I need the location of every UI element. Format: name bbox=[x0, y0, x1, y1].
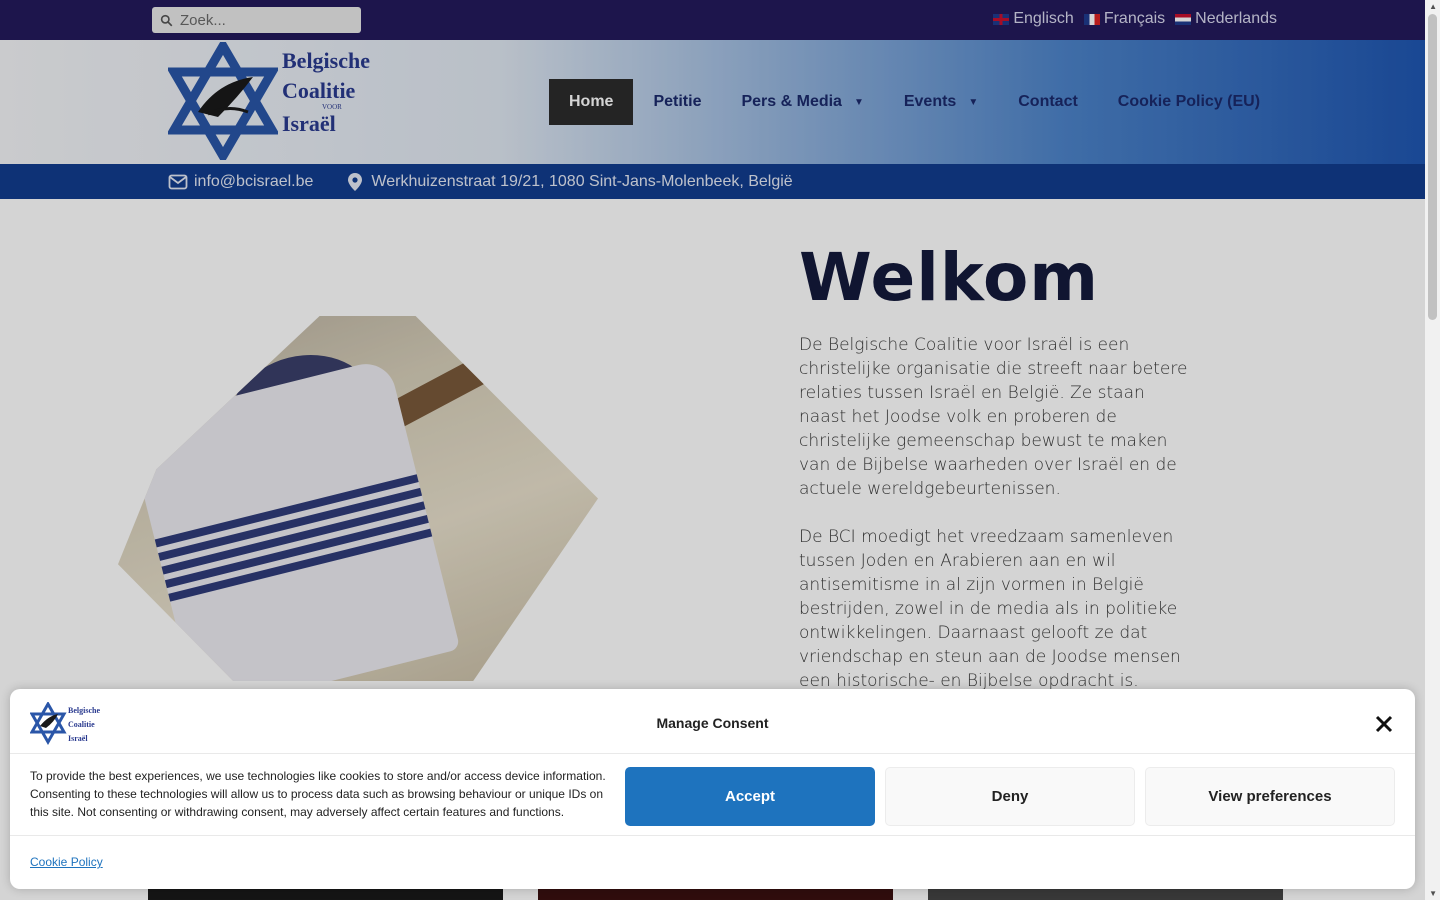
scroll-thumb[interactable] bbox=[1428, 14, 1437, 320]
scroll-up-icon[interactable]: ▲ bbox=[1429, 2, 1437, 11]
divider bbox=[10, 753, 1415, 754]
svg-text:Israël: Israël bbox=[68, 734, 88, 743]
consent-modal: Belgische Coalitie Israël Manage Consent… bbox=[10, 689, 1415, 889]
scroll-down-icon[interactable]: ▼ bbox=[1429, 889, 1437, 898]
cookie-policy-link[interactable]: Cookie Policy bbox=[30, 855, 103, 869]
divider bbox=[10, 835, 1415, 836]
svg-text:Belgische: Belgische bbox=[68, 706, 100, 715]
scrollbar[interactable]: ▲ ▼ bbox=[1425, 0, 1440, 900]
consent-text: To provide the best experiences, we use … bbox=[30, 769, 606, 819]
close-icon[interactable] bbox=[1373, 713, 1395, 735]
accept-button[interactable]: Accept bbox=[625, 767, 875, 826]
deny-button[interactable]: Deny bbox=[885, 767, 1135, 826]
consent-title: Manage Consent bbox=[656, 715, 769, 731]
view-preferences-button[interactable]: View preferences bbox=[1145, 767, 1395, 826]
